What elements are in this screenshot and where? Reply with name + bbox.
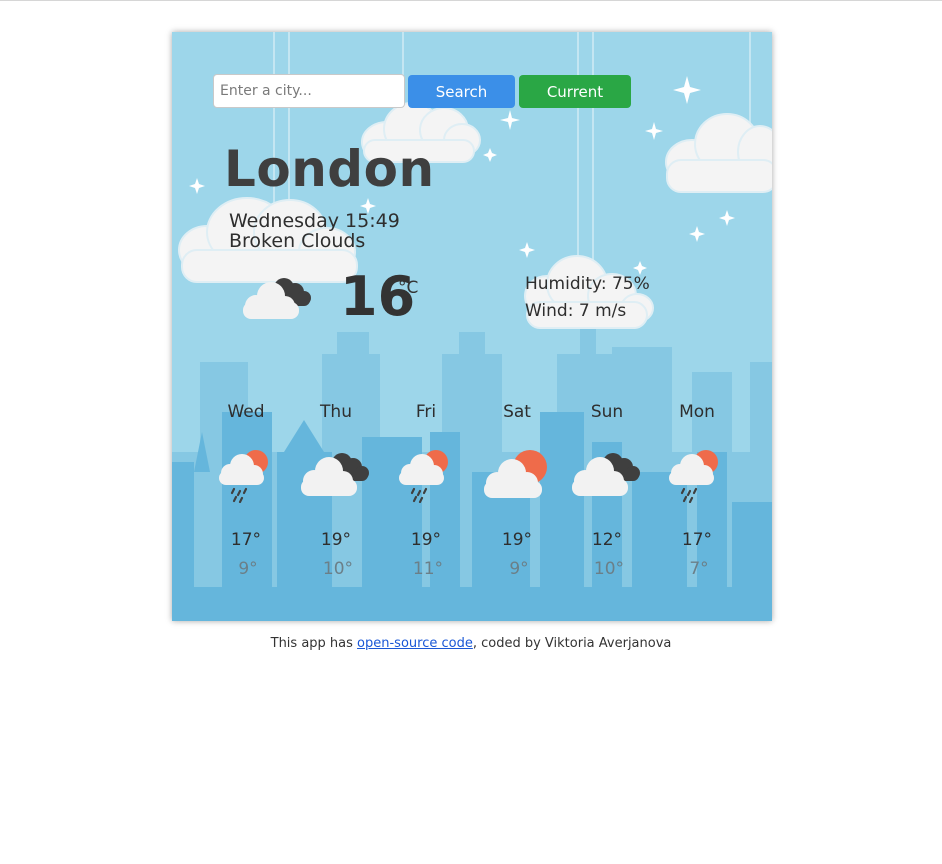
forecast-max-temp: 19° [501,530,533,550]
forecast-min-temp: 11° [412,559,444,579]
forecast-day: Mon [679,402,715,422]
forecast-day: Sun [590,402,624,422]
partly-sunny-icon [484,450,547,498]
weather-card: Search Current London Wednesday 15:49 Br… [172,32,772,621]
forecast-max-temp: 17° [681,530,713,550]
forecast-max-temp: 19° [410,530,442,550]
current-datetime: Wednesday 15:49 [229,210,400,232]
forecast-max-temp: 12° [591,530,623,550]
forecast-day: Sat [503,402,531,422]
search-button[interactable]: Search [408,75,515,108]
humidity-value: Humidity: 75% [525,274,650,294]
forecast-max-temp: 17° [230,530,262,550]
weather-description: Broken Clouds [229,230,366,252]
forecast-day: Thu [320,402,352,422]
broken-clouds-icon [243,278,311,319]
wind-value: Wind: 7 m/s [525,301,627,321]
forecast-day: Wed [227,402,265,422]
forecast-day: Fri [415,402,437,422]
city-name: London [224,140,435,198]
rain-sun-icon [669,450,718,503]
footer-suffix: , coded by Viktoria Averjanova [472,636,672,651]
footer: This app has open-source code, coded by … [0,636,942,651]
rain-sun-icon [219,450,268,503]
broken-clouds-icon [572,453,640,496]
forecast-min-temp: 10° [593,559,625,579]
forecast-min-temp: 9° [509,559,529,579]
footer-prefix: This app has [270,636,358,651]
forecast-min-temp: 9° [238,559,258,579]
forecast-min-temp: 7° [689,559,709,579]
forecast-max-temp: 19° [320,530,352,550]
broken-clouds-icon [301,453,369,496]
open-source-link[interactable]: open-source code [357,636,473,651]
temperature-unit: °C [398,278,419,298]
current-location-button[interactable]: Current [519,75,631,108]
forecast-min-temp: 10° [322,559,354,579]
top-divider [0,0,942,1]
city-search-input[interactable] [213,74,405,108]
rain-sun-icon [399,450,448,503]
